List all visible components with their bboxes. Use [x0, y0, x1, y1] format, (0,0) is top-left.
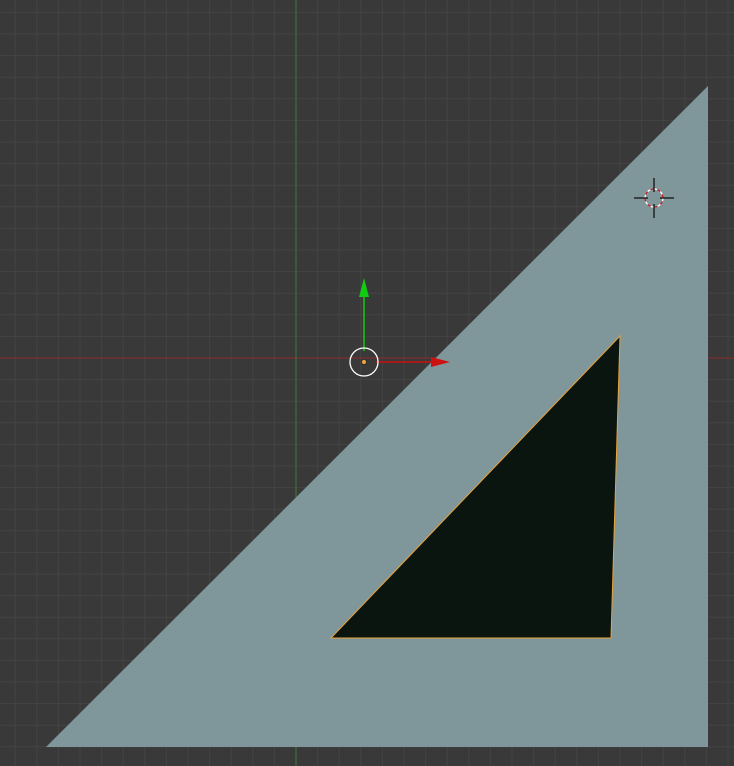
viewport-canvas[interactable]: [0, 0, 734, 766]
object-origin-icon: [360, 358, 367, 365]
3d-viewport[interactable]: [0, 0, 734, 766]
